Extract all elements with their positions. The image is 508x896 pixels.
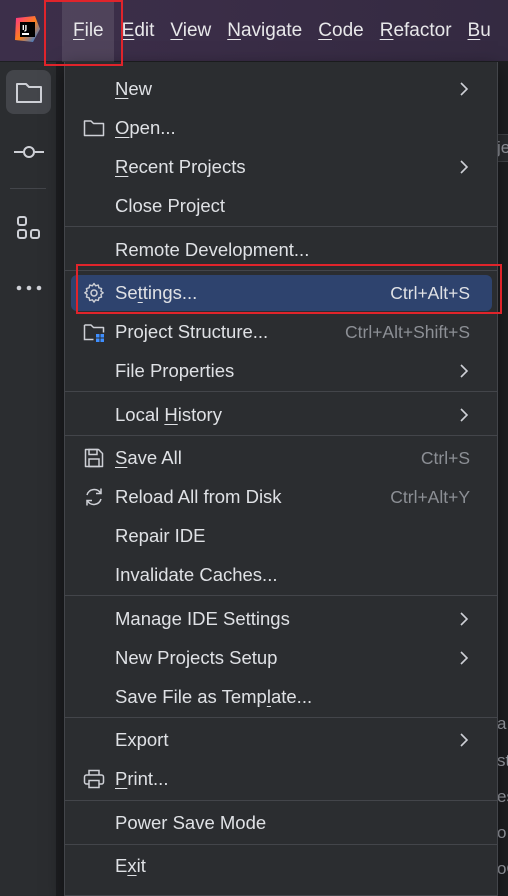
menu-item-label: New Projects Setup: [115, 647, 278, 668]
save-icon: [84, 448, 104, 468]
menu-view[interactable]: View: [162, 0, 219, 62]
menu-item-label: Export: [115, 729, 169, 750]
folder-icon: [83, 120, 105, 137]
menu-item-save-file-as-template[interactable]: Save File as Template...: [71, 679, 492, 715]
menu-navigate-rest: avigate: [240, 20, 303, 41]
menu-item-file-properties[interactable]: File Properties: [71, 353, 492, 389]
shortcut-label: Ctrl+S: [420, 447, 470, 468]
annotation-highlight-settings: [76, 264, 502, 314]
tool-separator: [10, 188, 46, 189]
menu-separator: [65, 717, 497, 718]
menu-item-reload-all[interactable]: Reload All from Disk Ctrl+Alt+Y: [71, 479, 492, 515]
submenu-chevron-icon: [460, 160, 469, 174]
commit-icon[interactable]: [6, 130, 51, 174]
menu-separator: [65, 800, 497, 801]
menu-item-project-structure[interactable]: Project Structure... Ctrl+Alt+Shift+S: [71, 314, 492, 350]
submenu-chevron-icon: [460, 651, 469, 665]
svg-text:IJ: IJ: [22, 24, 27, 32]
menu-item-open[interactable]: Open...: [71, 110, 492, 146]
menu-refactor-rest: efactor: [393, 20, 452, 41]
menu-item-recent-projects[interactable]: Recent Projects: [71, 149, 492, 185]
menu-edit-rest: dit: [134, 20, 155, 41]
tool-window-strip: [0, 62, 57, 896]
submenu-chevron-icon: [460, 364, 469, 378]
menu-separator: [65, 844, 497, 845]
background-text: es: [497, 787, 508, 806]
menu-separator: [65, 595, 497, 596]
structure-icon[interactable]: [6, 206, 51, 250]
menu-item-label: Save File as Template...: [115, 686, 313, 707]
menu-item-label: Invalidate Caches...: [115, 564, 278, 585]
shortcut-label: Ctrl+Alt+Shift+S: [345, 321, 470, 342]
submenu-chevron-icon: [460, 733, 469, 747]
menu-item-label: Close Project: [115, 195, 226, 216]
more-tools-icon[interactable]: [6, 266, 51, 310]
background-text: je: [497, 138, 508, 157]
menu-item-save-all[interactable]: Save All Ctrl+S: [71, 440, 492, 476]
menu-item-power-save-mode[interactable]: Power Save Mode: [71, 805, 492, 841]
menu-build[interactable]: Bu: [460, 0, 499, 62]
menu-item-label: Manage IDE Settings: [115, 608, 290, 629]
menu-item-close-project[interactable]: Close Project: [71, 188, 492, 224]
menu-item-label: Power Save Mode: [115, 812, 267, 833]
menu-build-rest: u: [480, 20, 491, 41]
background-text: o: [497, 823, 507, 842]
submenu-chevron-icon: [460, 82, 469, 96]
menu-item-new-projects-setup[interactable]: New Projects Setup: [71, 640, 492, 676]
file-menu-dropdown: New Open... Recent Projects Close Projec…: [64, 62, 498, 896]
menu-item-label: Recent Projects: [115, 156, 246, 177]
shortcut-label: Ctrl+Alt+Y: [390, 486, 470, 507]
menu-item-label: Remote Development...: [115, 239, 310, 260]
menu-item-label: Print...: [115, 768, 169, 789]
menu-item-label: Repair IDE: [115, 525, 206, 546]
menu-item-print[interactable]: Print...: [71, 761, 492, 797]
menu-item-repair-ide[interactable]: Repair IDE: [71, 518, 492, 554]
submenu-chevron-icon: [460, 408, 469, 422]
menu-item-exit[interactable]: Exit: [71, 848, 492, 884]
menu-item-manage-ide-settings[interactable]: Manage IDE Settings: [71, 601, 492, 637]
print-icon: [83, 769, 105, 789]
menu-view-rest: iew: [182, 20, 212, 41]
intellij-logo-icon[interactable]: IJ: [13, 15, 41, 43]
menu-separator: [65, 391, 497, 392]
menu-item-label: Save All: [115, 447, 182, 468]
project-structure-icon: [83, 324, 105, 342]
reload-icon: [86, 488, 102, 506]
submenu-chevron-icon: [460, 612, 469, 626]
menu-code-rest: ode: [332, 20, 364, 41]
menu-item-label: New: [115, 78, 153, 99]
menu-navigate[interactable]: Navigate: [219, 0, 310, 62]
menu-item-remote-development[interactable]: Remote Development...: [71, 232, 492, 268]
project-folder-icon[interactable]: [6, 70, 51, 114]
menu-separator: [65, 226, 497, 227]
menu-item-label: Reload All from Disk: [115, 486, 282, 507]
annotation-highlight-file-menu: [44, 0, 123, 66]
menu-refactor[interactable]: Refactor: [372, 0, 460, 62]
background-text: st: [497, 751, 508, 770]
menu-item-label: Exit: [115, 855, 146, 876]
background-text: a: [497, 714, 507, 733]
menu-item-label: Open...: [115, 117, 176, 138]
menu-item-label: Project Structure...: [115, 321, 269, 342]
menu-code[interactable]: Code: [310, 0, 371, 62]
menu-separator: [65, 435, 497, 436]
menu-item-export[interactable]: Export: [71, 722, 492, 758]
menu-item-local-history[interactable]: Local History: [71, 397, 492, 433]
menu-item-invalidate-caches[interactable]: Invalidate Caches...: [71, 557, 492, 593]
main-menu-bar: File Edit View Navigate Code Refactor Bu: [62, 0, 499, 62]
background-text: oO: [497, 859, 508, 878]
menu-item-label: Local History: [115, 404, 222, 425]
menu-item-new[interactable]: New: [71, 71, 492, 107]
menu-item-label: File Properties: [115, 360, 235, 381]
